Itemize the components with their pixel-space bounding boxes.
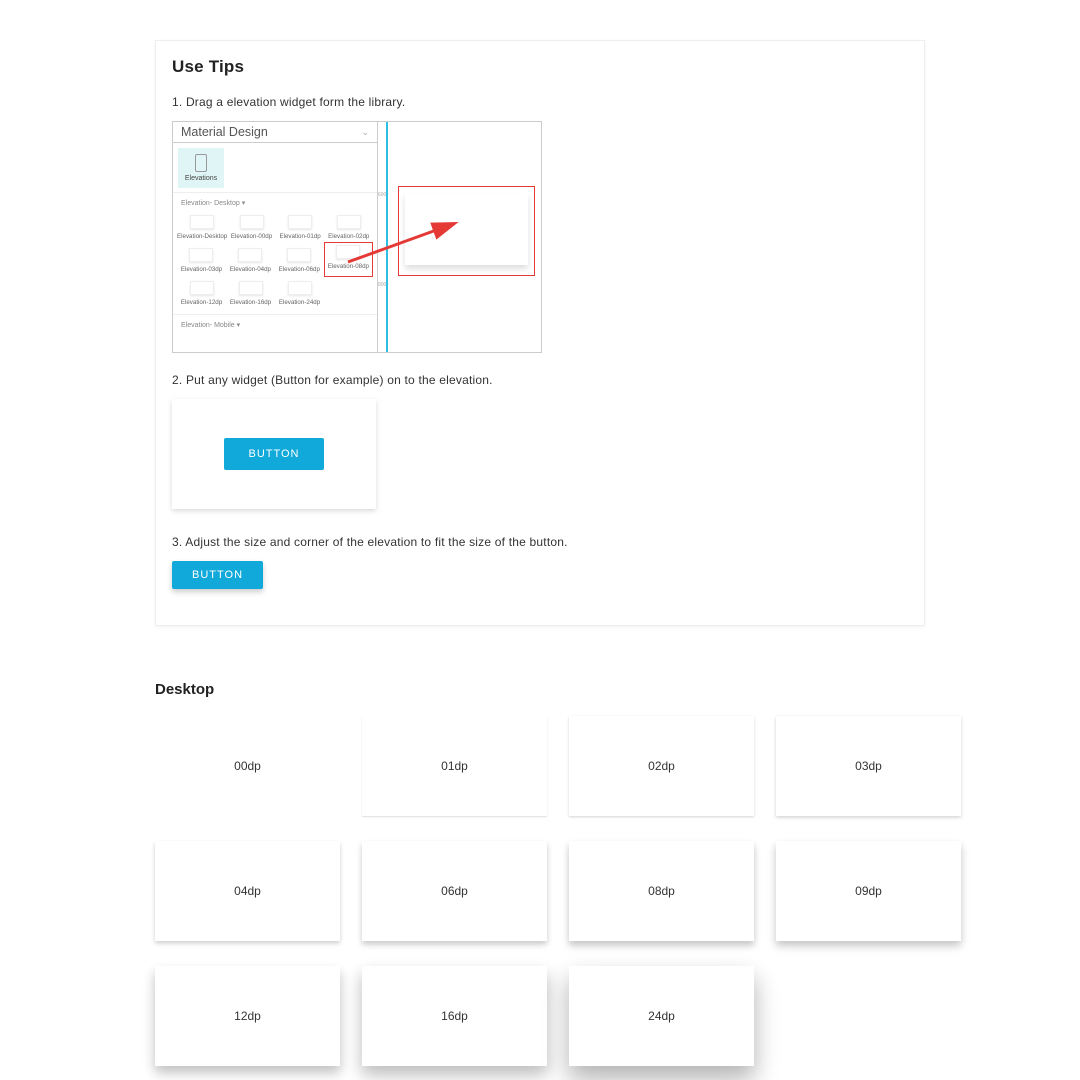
- thumb-row-1: Elevation-Desktop Elevation-00dp Elevati…: [173, 211, 377, 244]
- thumb-item: Elevation-24dp: [275, 277, 324, 310]
- phone-icon: [195, 154, 207, 172]
- elevation-card-00dp[interactable]: 00dp: [155, 716, 340, 816]
- elevation-card-24dp[interactable]: 24dp: [569, 966, 754, 1066]
- ruler-tick: 800: [378, 282, 386, 288]
- tip-step-2: 2. Put any widget (Button for example) o…: [172, 373, 908, 387]
- thumb-row-2: Elevation-03dp Elevation-04dp Elevation-…: [173, 244, 377, 277]
- elevation-card-08dp[interactable]: 08dp: [569, 841, 754, 941]
- thumb-item: Elevation-12dp: [177, 277, 226, 310]
- thumb-item: Elevation-00dp: [227, 211, 276, 244]
- library-panel: Material Design ⌄ Elevations Elevation- …: [173, 122, 378, 352]
- library-mock: Material Design ⌄ Elevations Elevation- …: [172, 121, 542, 353]
- library-header-text: Material Design: [181, 125, 268, 139]
- drop-target-highlight: [398, 186, 535, 276]
- library-tab-elevations: Elevations: [178, 148, 224, 188]
- section-desktop-label: Elevation- Desktop ▾: [173, 192, 377, 211]
- thumb-item: Elevation-Desktop: [177, 211, 227, 244]
- desktop-section-title: Desktop: [155, 681, 925, 698]
- use-tips-title: Use Tips: [172, 57, 908, 77]
- thumb-item: Elevation-04dp: [226, 244, 275, 277]
- thumb-item: Elevation-03dp: [177, 244, 226, 277]
- thumb-item: Elevation-06dp: [275, 244, 324, 277]
- use-tips-card: Use Tips 1. Drag a elevation widget form…: [155, 40, 925, 626]
- caret-icon: ⌄: [361, 127, 369, 138]
- tip-step-3: 3. Adjust the size and corner of the ele…: [172, 535, 908, 549]
- desktop-elevation-grid: 00dp 01dp 02dp 03dp 04dp 06dp 08dp 09dp …: [155, 716, 925, 1066]
- ruler-tick: 600: [378, 192, 386, 198]
- library-header: Material Design ⌄: [173, 122, 377, 143]
- elevation-card-12dp[interactable]: 12dp: [155, 966, 340, 1066]
- thumb-item-selected: Elevation-08dp: [324, 242, 373, 277]
- elevation-card-01dp[interactable]: 01dp: [362, 716, 547, 816]
- fitted-button[interactable]: BUTTON: [172, 561, 263, 589]
- canvas-area: 600 800: [378, 122, 541, 352]
- library-tab-label: Elevations: [185, 175, 217, 182]
- thumb-item: Elevation-02dp: [324, 211, 373, 244]
- dropped-elevation-card: [405, 193, 528, 265]
- elevation-card-04dp[interactable]: 04dp: [155, 841, 340, 941]
- thumb-item: Elevation-01dp: [276, 211, 325, 244]
- thumb-item: Elevation-16dp: [226, 277, 275, 310]
- elevation-card-16dp[interactable]: 16dp: [362, 966, 547, 1066]
- section-mobile-label: Elevation- Mobile ▾: [173, 314, 377, 333]
- elevation-card-02dp[interactable]: 02dp: [569, 716, 754, 816]
- guide-line: [386, 122, 388, 352]
- elevation-card-03dp[interactable]: 03dp: [776, 716, 961, 816]
- tip-step-1: 1. Drag a elevation widget form the libr…: [172, 95, 908, 109]
- thumb-row-3: Elevation-12dp Elevation-16dp Elevation-…: [173, 277, 377, 310]
- elevation-card-09dp[interactable]: 09dp: [776, 841, 961, 941]
- elevation-card-06dp[interactable]: 06dp: [362, 841, 547, 941]
- example-button[interactable]: BUTTON: [224, 438, 323, 470]
- elevation-card-example: BUTTON: [172, 399, 376, 509]
